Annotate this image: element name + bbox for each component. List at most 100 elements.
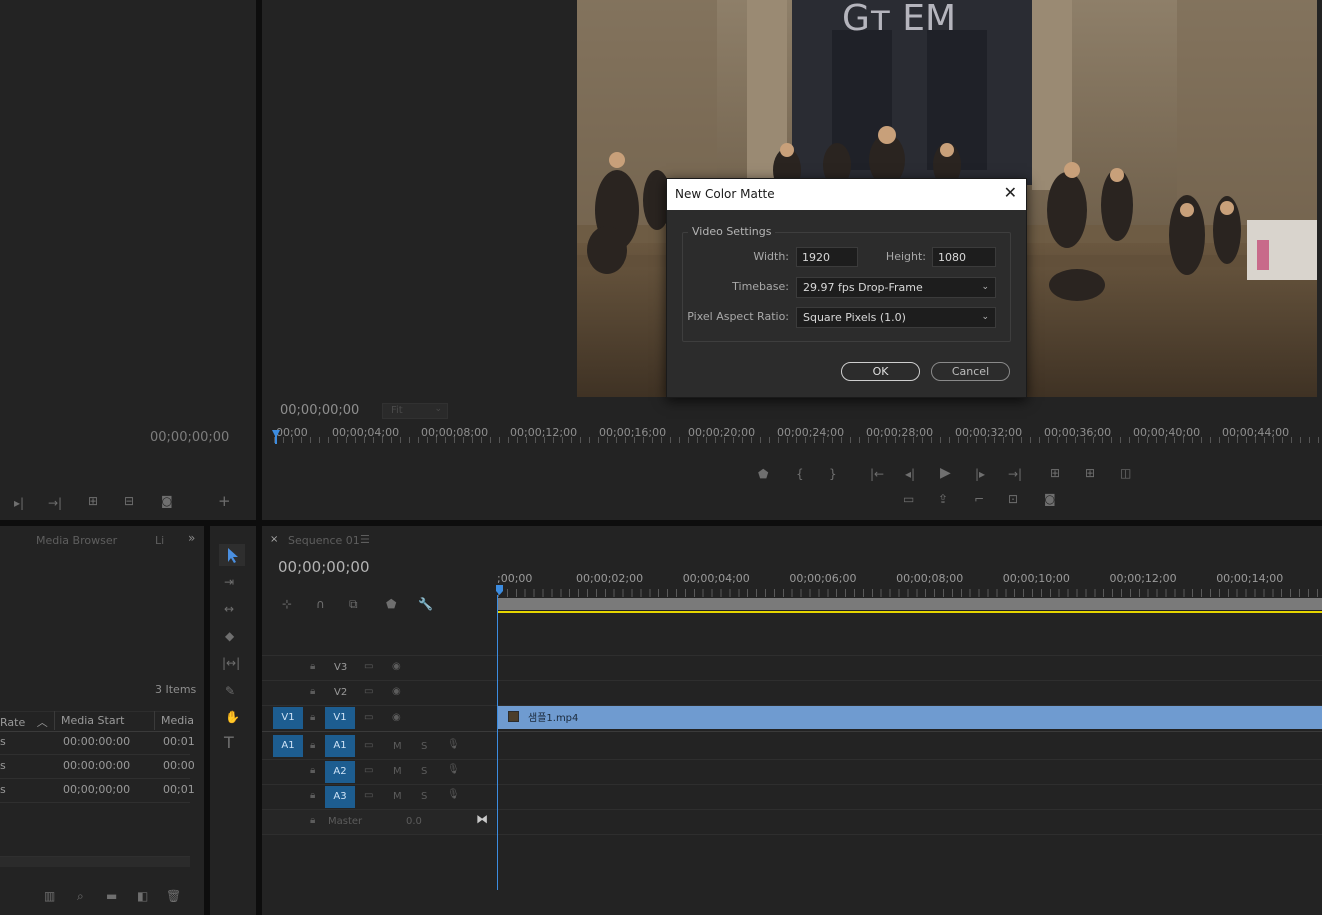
microphone-icon[interactable]: 🎙︎ (447, 764, 460, 775)
freeform-view-icon[interactable]: ▥ (44, 889, 55, 903)
track-header-a1[interactable]: A1 🔒︎ A1 ▭ M S 🎙︎ (262, 734, 496, 759)
go-to-out-icon[interactable]: →| (48, 496, 62, 510)
compare-view-icon[interactable]: ◫ (1120, 466, 1131, 480)
solo-button[interactable]: S (421, 741, 427, 752)
step-forward-icon[interactable]: |▸ (975, 467, 985, 481)
eye-icon[interactable]: ◉ (392, 712, 401, 723)
ripple-edit-tool-icon[interactable]: ↔ (224, 602, 234, 616)
track-target-a3[interactable]: A3 (325, 786, 355, 808)
new-bin-icon[interactable]: ▬ (106, 889, 117, 903)
solo-button[interactable]: S (421, 791, 427, 802)
slip-tool-icon[interactable]: |↔| (222, 656, 240, 670)
step-back-icon[interactable]: ◂| (905, 467, 915, 481)
wrench-icon[interactable]: 🔧 (418, 597, 433, 611)
go-to-in-icon[interactable]: |← (870, 467, 884, 481)
track-header-v1[interactable]: V1 🔒︎ V1 ▭ ◉ (262, 706, 496, 731)
lift-icon[interactable]: ⊞ (1050, 466, 1060, 480)
safe-margins-icon[interactable]: ▭ (903, 492, 914, 506)
mark-in-icon[interactable]: { (796, 467, 804, 481)
linked-selection-icon[interactable]: ⧉ (349, 597, 358, 611)
lock-icon[interactable]: 🔒︎ (310, 712, 315, 723)
track-select-tool-icon[interactable]: ⇥ (224, 575, 234, 589)
source-patch-a1[interactable]: A1 (273, 735, 303, 757)
source-patch-v1[interactable]: V1 (273, 707, 303, 729)
add-marker-icon[interactable]: ⬟ (758, 467, 768, 481)
list-item[interactable]: s 00:00:00:00 00:00 (0, 755, 195, 779)
microphone-icon[interactable]: 🎙︎ (447, 739, 460, 750)
sync-lock-icon[interactable]: ▭ (364, 712, 373, 723)
column-header-media[interactable]: Media (161, 714, 194, 727)
snap-icon[interactable]: ∩ (316, 597, 325, 611)
track-header-v2[interactable]: 🔒︎ V2 ▭ ◉ (262, 681, 496, 705)
insert-icon[interactable]: ⊞ (88, 494, 98, 508)
pixel-aspect-ratio-select[interactable]: Square Pixels (1.0) ⌄ (796, 307, 996, 328)
lock-icon[interactable]: 🔒︎ (310, 686, 315, 697)
mute-button[interactable]: M (393, 766, 402, 777)
tab-libraries[interactable]: Li (155, 534, 164, 547)
add-marker-icon[interactable]: ⬟ (386, 597, 396, 611)
track-name[interactable]: V2 (334, 687, 347, 698)
column-header-media-start[interactable]: Media Start (61, 714, 124, 727)
lock-icon[interactable]: 🔒︎ (310, 740, 315, 751)
lock-icon[interactable]: 🔒︎ (310, 790, 315, 801)
panel-menu-icon[interactable]: ☰ (360, 533, 370, 546)
selection-tool-icon[interactable] (219, 544, 245, 566)
type-tool-icon[interactable]: T (224, 735, 234, 751)
go-to-out-icon[interactable]: →| (1008, 467, 1022, 481)
mark-out-icon[interactable]: } (829, 467, 837, 481)
list-item[interactable]: s 00;00;00;00 00;01 (0, 779, 195, 803)
tab-sequence[interactable]: Sequence 01 (288, 534, 360, 547)
tab-media-browser[interactable]: Media Browser (36, 534, 117, 547)
track-header-master[interactable]: 🔒︎ Master 0.0 ⧓ (262, 810, 496, 834)
lock-icon[interactable]: 🔒︎ (310, 765, 315, 776)
zoom-select[interactable]: Fit ⌄ (382, 403, 448, 419)
track-target-a1[interactable]: A1 (325, 735, 355, 757)
timebase-select[interactable]: 29.97 fps Drop-Frame ⌄ (796, 277, 996, 298)
pen-tool-icon[interactable]: ✎ (225, 684, 235, 698)
export-frame-icon[interactable]: ⇪ (938, 492, 948, 506)
timeline-clip[interactable]: 샘플1.mp4 (498, 706, 1322, 729)
track-header-v3[interactable]: 🔒︎ V3 ▭ ◉ (262, 656, 496, 680)
horizontal-scrollbar[interactable] (0, 857, 190, 867)
play-icon[interactable]: ▶ (940, 466, 951, 480)
track-header-a2[interactable]: 🔒︎ A2 ▭ M S 🎙︎ (262, 760, 496, 784)
camera-icon[interactable]: ◙ (1044, 492, 1056, 506)
panel-overflow-icon[interactable]: » (188, 531, 195, 545)
column-header-rate[interactable]: Rate ︿ (0, 714, 48, 730)
track-target-a2[interactable]: A2 (325, 761, 355, 783)
height-field[interactable]: 1080 (932, 247, 996, 267)
hand-tool-icon[interactable]: ✋ (225, 710, 240, 724)
sync-lock-icon[interactable]: ▭ (364, 765, 373, 776)
camera-icon[interactable]: ◙ (161, 494, 173, 508)
trash-icon[interactable]: 🗑 (166, 889, 181, 903)
step-forward-icon[interactable]: ▸| (14, 496, 24, 510)
multicam-icon[interactable]: ⊡ (1008, 492, 1018, 506)
trim-icon[interactable]: ⌐ (974, 492, 984, 506)
source-timecode[interactable]: 00;00;00;00 (150, 430, 229, 445)
microphone-icon[interactable]: 🎙︎ (447, 789, 460, 800)
timeline-work-area[interactable] (498, 598, 1322, 610)
search-icon[interactable]: ⌕ (77, 889, 84, 903)
close-sequence-icon[interactable]: × (270, 534, 278, 545)
razor-tool-icon[interactable]: ◆ (225, 629, 234, 643)
mute-button[interactable]: M (393, 741, 402, 752)
track-header-a3[interactable]: 🔒︎ A3 ▭ M S 🎙︎ (262, 785, 496, 809)
list-scroll-area[interactable] (0, 803, 190, 857)
cancel-button[interactable]: Cancel (931, 362, 1010, 381)
lock-icon[interactable]: 🔒︎ (310, 815, 315, 826)
track-name[interactable]: V3 (334, 662, 347, 673)
eye-icon[interactable]: ◉ (392, 661, 401, 672)
sync-lock-icon[interactable]: ▭ (364, 661, 373, 672)
sync-lock-icon[interactable]: ▭ (364, 790, 373, 801)
eye-icon[interactable]: ◉ (392, 686, 401, 697)
mute-button[interactable]: M (393, 791, 402, 802)
master-volume[interactable]: 0.0 (406, 816, 422, 827)
close-icon[interactable]: ✕ (1004, 185, 1017, 201)
width-field[interactable]: 1920 (796, 247, 858, 267)
new-item-icon[interactable]: ◧ (137, 889, 148, 903)
timeline-timecode[interactable]: 00;00;00;00 (278, 558, 370, 576)
overwrite-icon[interactable]: ⊟ (124, 494, 134, 508)
go-to-in-out-icon[interactable]: ⧓ (476, 812, 488, 826)
solo-button[interactable]: S (421, 766, 427, 777)
timeline-ruler-ticks[interactable] (498, 589, 1322, 597)
